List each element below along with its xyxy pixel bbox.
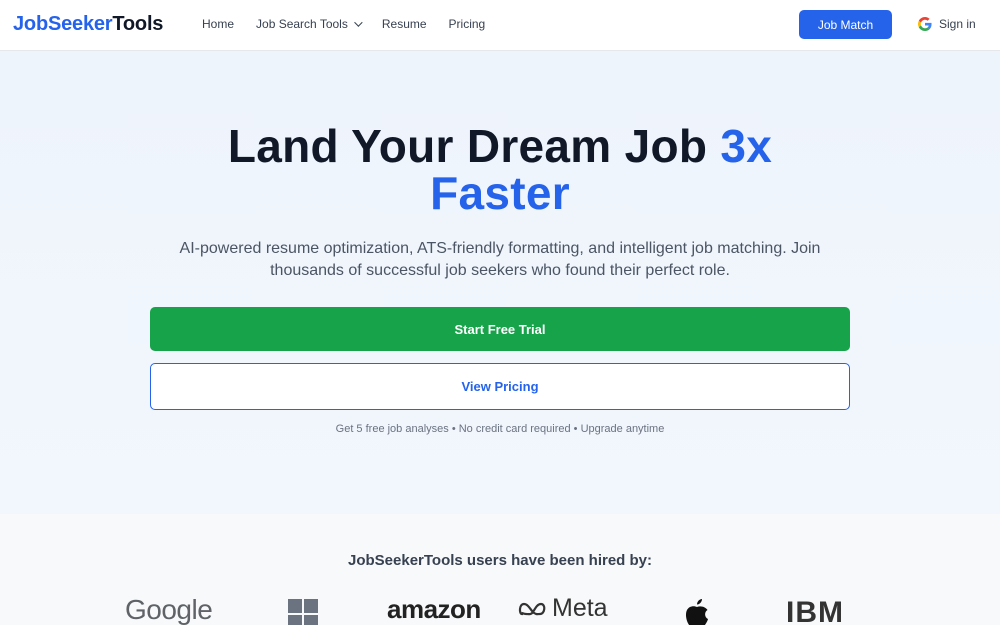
- microsoft-logo: [288, 599, 318, 625]
- logo-part-1: JobSeeker: [13, 13, 113, 35]
- nav-pricing-label: Pricing: [448, 17, 486, 31]
- logo-part-2: Tools: [112, 13, 164, 35]
- ibm-logo: IBM: [786, 596, 844, 625]
- amazon-logo: amazon: [387, 594, 481, 624]
- meta-logo-text: Meta: [552, 594, 608, 622]
- hired-by-section: JobSeekerTools users have been hired by:…: [0, 514, 1000, 625]
- main-nav: Home Job Search Tools Resume Pricing: [202, 17, 507, 31]
- sign-in-link[interactable]: Sign in: [918, 17, 976, 31]
- nav-job-search-tools[interactable]: Job Search Tools: [256, 17, 363, 31]
- company-logos: Google amazon Meta IBM: [0, 594, 1000, 625]
- hero-subtitle: AI-powered resume optimization, ATS-frie…: [179, 240, 821, 279]
- hero-section: Land Your Dream Job 3x Faster AI-powered…: [0, 51, 1000, 514]
- chevron-down-icon: [354, 18, 363, 27]
- site-header: JobSeekerTools Home Job Search Tools Res…: [0, 0, 1000, 51]
- apple-logo: [683, 597, 711, 625]
- meta-logo: Meta: [518, 594, 608, 623]
- nav-resume[interactable]: Resume: [382, 17, 427, 31]
- fine-print: Get 5 free job analyses • No credit card…: [335, 423, 665, 435]
- view-pricing-button[interactable]: View Pricing: [150, 363, 850, 410]
- google-logo: Google: [125, 594, 213, 625]
- job-match-button[interactable]: Job Match: [799, 10, 892, 39]
- apple-icon: [686, 599, 708, 625]
- meta-infinity-icon: [518, 602, 546, 615]
- nav-job-search-tools-label: Job Search Tools: [256, 17, 348, 31]
- google-icon: [918, 17, 932, 31]
- hired-by-title: JobSeekerTools users have been hired by:: [348, 552, 652, 569]
- hero-title: Land Your Dream Job 3x Faster: [0, 123, 1000, 217]
- start-free-trial-button[interactable]: Start Free Trial: [150, 307, 850, 351]
- nav-home-label: Home: [202, 17, 235, 31]
- hero-title-accent-2: Faster: [430, 167, 570, 219]
- sign-in-label: Sign in: [939, 17, 976, 31]
- hero-title-accent-1: 3x: [720, 120, 773, 172]
- hero-title-part1: Land Your Dream Job: [227, 120, 721, 172]
- logo[interactable]: JobSeekerTools: [13, 13, 163, 36]
- nav-resume-label: Resume: [381, 17, 427, 31]
- nav-home[interactable]: Home: [202, 17, 234, 31]
- nav-pricing[interactable]: Pricing: [449, 17, 486, 31]
